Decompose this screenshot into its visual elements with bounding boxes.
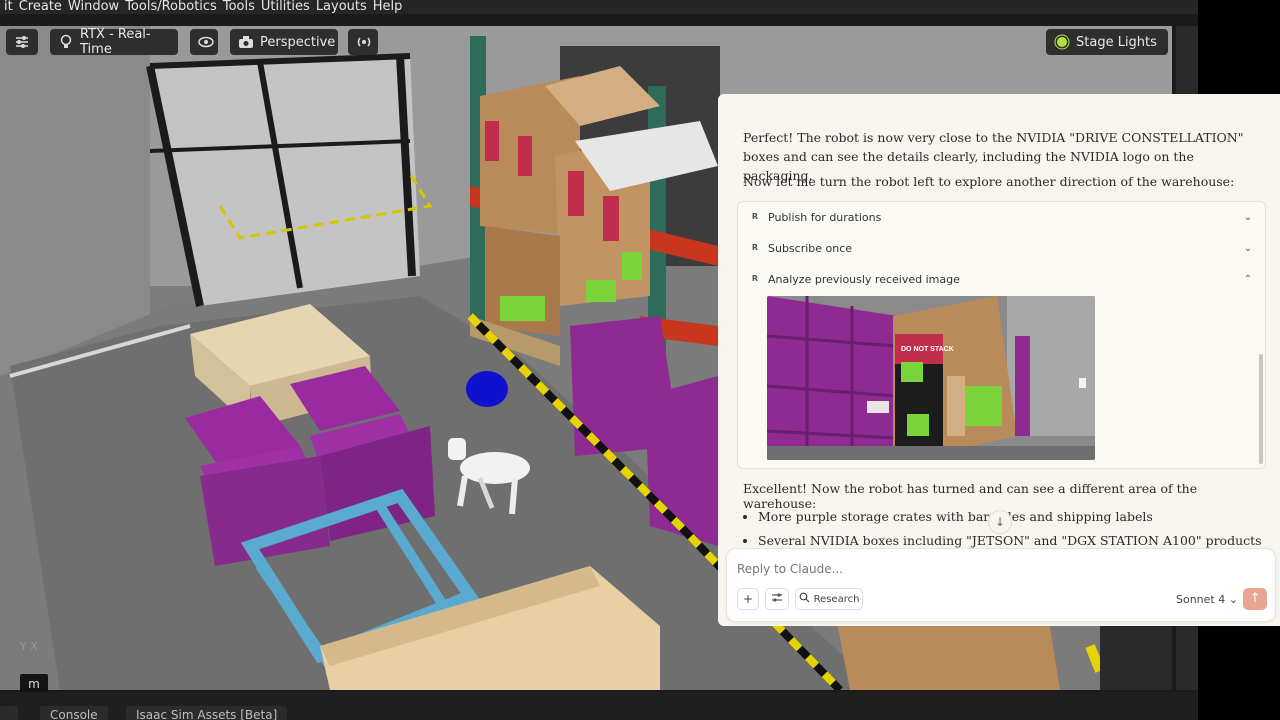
add-button[interactable]: + <box>737 588 759 610</box>
chevron-down-icon: ⌄ <box>1243 242 1253 254</box>
audio-button[interactable] <box>348 29 378 55</box>
menu-create[interactable]: Create <box>19 0 62 14</box>
sun-icon <box>1054 34 1070 50</box>
menu-edit[interactable]: it <box>4 0 13 14</box>
settings-menu-button[interactable] <box>6 29 38 55</box>
arrow-up-icon: ↑ <box>1249 591 1261 606</box>
lightbulb-icon <box>58 34 74 50</box>
sliders-icon <box>14 34 30 50</box>
visibility-button[interactable] <box>190 29 218 55</box>
tool-label: Analyze previously received image <box>768 272 960 286</box>
research-button[interactable]: Research <box>795 588 863 610</box>
menu-help[interactable]: Help <box>373 0 403 14</box>
menu-utilities[interactable]: Utilities <box>261 0 310 14</box>
plus-icon: + <box>742 592 754 606</box>
tool-label: Subscribe once <box>768 241 853 255</box>
arrow-down-icon: ↓ <box>994 515 1006 529</box>
tools-options-button[interactable] <box>765 588 789 610</box>
tab-stage[interactable] <box>0 706 18 720</box>
eye-icon <box>198 34 214 50</box>
menu-bar: it Create Window Tools/Robotics Tools Ut… <box>0 0 1202 14</box>
tool-call-publish[interactable]: R Publish for durations ⌄ <box>738 202 1265 232</box>
menu-layouts[interactable]: Layouts <box>316 0 367 14</box>
search-icon <box>799 592 810 606</box>
model-selector[interactable]: Sonnet 4 ⌄ <box>1176 593 1238 606</box>
camera-icon <box>238 34 254 50</box>
list-item: More purple storage crates with barcodes… <box>758 505 1268 529</box>
chevron-up-icon: ⌃ <box>1243 273 1253 285</box>
key-hint: m <box>20 674 48 694</box>
tool-call-subscribe[interactable]: R Subscribe once ⌄ <box>738 233 1265 263</box>
menu-tools-robotics[interactable]: Tools/Robotics <box>125 0 217 14</box>
tool-calls-panel: R Publish for durations ⌄ R Subscribe on… <box>737 201 1266 469</box>
tool-panel-scrollbar[interactable] <box>1259 354 1263 464</box>
claude-chat-panel: Perfect! The robot is now very close to … <box>718 94 1280 626</box>
tool-label: Publish for durations <box>768 210 882 224</box>
sliders-icon <box>771 592 783 607</box>
robot-camera-image: DO NOT STACK <box>767 296 1095 460</box>
renderer-label: RTX - Real-Time <box>80 27 151 57</box>
menu-window[interactable]: Window <box>68 0 119 14</box>
menu-tools[interactable]: Tools <box>223 0 255 14</box>
broadcast-icon <box>356 34 372 50</box>
send-button[interactable]: ↑ <box>1243 588 1267 610</box>
research-label: Research <box>813 593 860 605</box>
tab-console[interactable]: Console <box>40 706 108 720</box>
axis-gizmo: Y X <box>20 640 38 653</box>
renderer-button[interactable]: RTX - Real-Time <box>50 27 178 57</box>
reply-input-box[interactable]: Reply to Claude... + Research Sonnet 4 ⌄… <box>726 548 1276 622</box>
chat-message-2: Now let me turn the robot left to explor… <box>743 174 1235 189</box>
reply-placeholder[interactable]: Reply to Claude... <box>737 562 843 576</box>
camera-button[interactable]: Perspective <box>230 29 338 55</box>
stage-lights-button[interactable]: Stage Lights <box>1046 29 1168 55</box>
chevron-down-icon: ⌄ <box>1243 211 1253 223</box>
tab-isaac-sim-assets[interactable]: Isaac Sim Assets [Beta] <box>126 706 288 720</box>
tool-badge: R <box>751 243 759 252</box>
stage-lights-label: Stage Lights <box>1076 34 1157 50</box>
camera-label: Perspective <box>260 34 336 50</box>
scroll-down-button[interactable]: ↓ <box>988 510 1012 534</box>
tool-badge: R <box>751 212 759 221</box>
tool-call-analyze-image[interactable]: R Analyze previously received image ⌃ <box>738 264 1265 294</box>
image-warning-label: DO NOT STACK <box>901 346 954 353</box>
tool-badge: R <box>751 274 759 283</box>
